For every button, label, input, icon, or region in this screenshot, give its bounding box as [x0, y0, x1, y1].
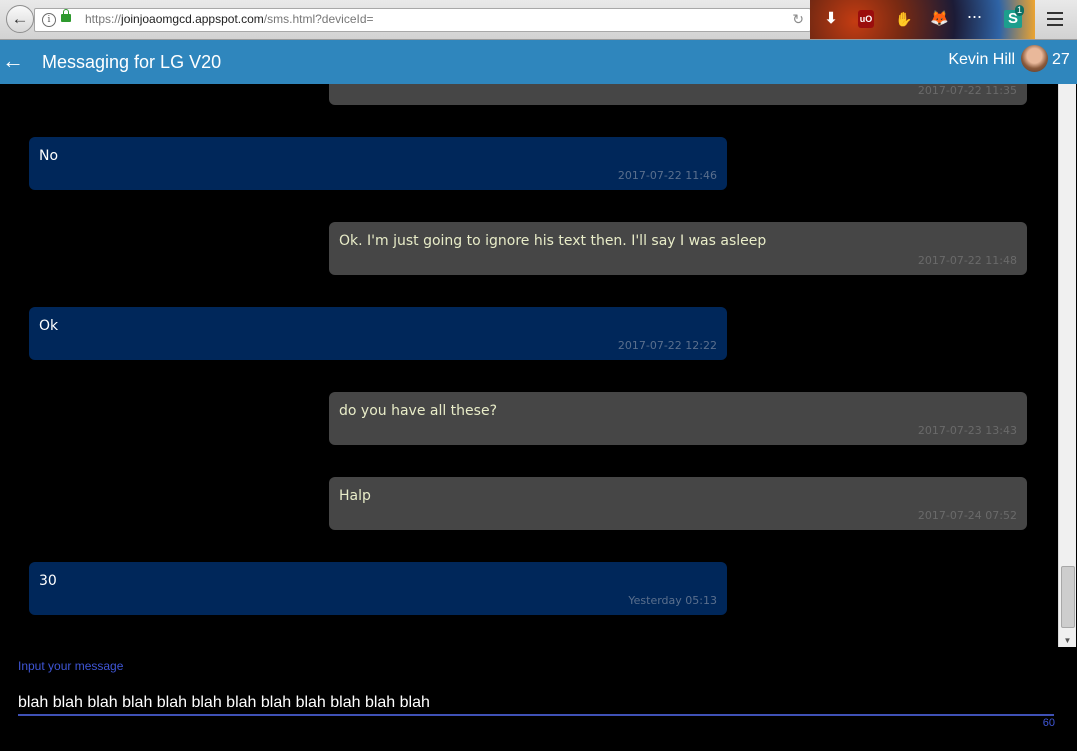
message-text: Ok — [39, 318, 59, 334]
message-bubble-incoming[interactable]: No 2017-07-22 11:46 — [29, 137, 727, 190]
scroll-down-icon[interactable]: ▼ — [1059, 636, 1076, 645]
message-text: No — [39, 148, 59, 164]
extension-strip: ⬇ uO ✋ 🦊 ··· S 1 — [810, 0, 1035, 39]
message-bubble-incoming[interactable]: 30 Yesterday 05:13 — [29, 562, 727, 615]
url-host: joinjoaomgcd.appspot.com — [121, 12, 264, 26]
hamburger-icon-line — [1047, 18, 1063, 20]
user-name[interactable]: Kevin Hill — [948, 51, 1015, 69]
message-bubble-incoming[interactable]: Ok 2017-07-22 12:22 — [29, 307, 727, 360]
message-text: Ok. I'm just going to ignore his text th… — [339, 233, 767, 249]
hand-icon[interactable]: ✋ — [895, 10, 912, 28]
message-time: 2017-07-22 11:35 — [917, 84, 1017, 97]
message-time: 2017-07-22 11:46 — [617, 169, 717, 182]
info-icon[interactable]: i — [42, 13, 56, 27]
download-icon[interactable]: ⬇ — [822, 10, 840, 28]
message-time: 2017-07-23 13:43 — [917, 424, 1017, 437]
message-text: 30 — [39, 573, 57, 589]
page-title: Messaging for LG V20 — [42, 52, 222, 72]
message-list[interactable]: 2017-07-22 11:35 No 2017-07-22 11:46 Ok.… — [0, 84, 1058, 647]
message-text: do you have all these? — [339, 403, 497, 419]
message-bubble-outgoing[interactable]: 2017-07-22 11:35 — [329, 84, 1027, 105]
character-counter: 60 — [1042, 717, 1055, 729]
address-bar[interactable]: i https://joinjoaomgcd.appspot.com/sms.h… — [34, 8, 811, 32]
avatar[interactable] — [1021, 45, 1048, 72]
arrow-left-icon: ← — [11, 9, 29, 28]
url-path: /sms.html?deviceId= — [263, 12, 374, 26]
message-input[interactable] — [18, 691, 1054, 716]
s-extension-badge: 1 — [1015, 5, 1025, 16]
ublock-icon[interactable]: uO — [858, 10, 874, 28]
url-text: https://joinjoaomgcd.appspot.com/sms.htm… — [85, 12, 374, 26]
reload-icon[interactable]: ↻ — [792, 11, 804, 28]
app-header: ← Messaging for LG V20 Kevin Hill 27 — [0, 40, 1077, 84]
message-time: 2017-07-22 11:48 — [917, 254, 1017, 267]
browser-toolbar: ← i https://joinjoaomgcd.appspot.com/sms… — [0, 0, 1077, 40]
browser-back-button[interactable]: ← — [6, 5, 34, 33]
scrollbar[interactable]: ▼ — [1058, 84, 1076, 647]
message-time: Yesterday 05:13 — [628, 594, 717, 607]
message-text: Halp — [339, 488, 371, 504]
hamburger-icon-line — [1047, 24, 1063, 26]
browser-menu-button[interactable] — [1035, 0, 1077, 39]
scrollbar-thumb[interactable] — [1061, 566, 1075, 628]
fox-icon[interactable]: 🦊 — [930, 10, 949, 28]
message-bubble-outgoing[interactable]: Ok. I'm just going to ignore his text th… — [329, 222, 1027, 275]
message-time: 2017-07-22 12:22 — [617, 339, 717, 352]
message-bubble-outgoing[interactable]: do you have all these? 2017-07-23 13:43 — [329, 392, 1027, 445]
url-redaction — [391, 11, 667, 27]
back-arrow-icon[interactable]: ← — [2, 48, 24, 74]
hamburger-icon — [1047, 12, 1063, 14]
message-time: 2017-07-24 07:52 — [917, 509, 1017, 522]
device-count[interactable]: 27 — [1052, 51, 1070, 69]
message-bubble-outgoing[interactable]: Halp 2017-07-24 07:52 — [329, 477, 1027, 530]
lock-icon — [61, 9, 71, 22]
message-input-label: Input your message — [18, 659, 124, 673]
url-scheme: https:// — [85, 12, 122, 26]
more-icon[interactable]: ··· — [965, 7, 983, 28]
